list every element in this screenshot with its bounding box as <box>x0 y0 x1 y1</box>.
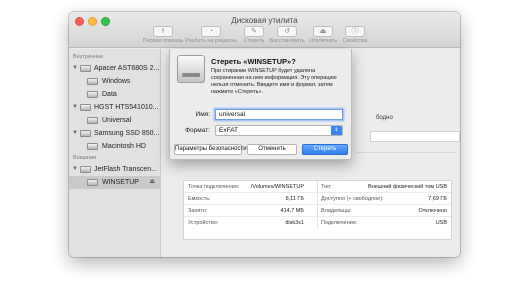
column-divider <box>317 205 318 216</box>
info-value: disk3s1 <box>285 220 304 226</box>
sidebar: Внутренние ▼ Apacer AST680S 2... Windows… <box>69 49 161 257</box>
sidebar-item-macintosh-hd[interactable]: Macintosh HD <box>69 140 160 153</box>
info-value: USB <box>435 220 447 226</box>
sidebar-item-label: Macintosh HD <box>102 143 146 150</box>
info-label: Емкость: <box>188 196 211 202</box>
disclosure-triangle-icon[interactable]: ▼ <box>72 127 78 140</box>
restore-icon: ↺ <box>277 26 297 37</box>
sidebar-item-label: Data <box>102 91 117 98</box>
info-value: 8,11 ГБ <box>285 196 304 202</box>
sidebar-item-label: Windows <box>102 78 131 85</box>
volume-icon <box>87 117 98 124</box>
column-divider <box>317 193 318 204</box>
sidebar-item-data[interactable]: Data <box>69 88 160 101</box>
sidebar-section-external: Внешние <box>73 155 97 161</box>
format-select-value: ExFAT <box>219 127 239 134</box>
dialog-title: Стереть «WINSETUP»? <box>211 57 296 66</box>
info-label: Доступно (+ свободное): <box>321 196 384 202</box>
first-aid-label: Первая помощь <box>142 38 184 44</box>
info-icon: ⓘ <box>345 26 365 37</box>
table-row: Занято: 414,7 МБ Владельцы: Отключено <box>184 205 451 217</box>
info-label: Устройство: <box>188 220 219 226</box>
table-row: Емкость: 8,11 ГБ Доступно (+ свободное):… <box>184 193 451 205</box>
stethoscope-icon: ⚕ <box>153 26 173 37</box>
info-label: Точка подключения: <box>188 184 240 190</box>
volume-icon <box>87 78 98 85</box>
disclosure-triangle-icon[interactable]: ▼ <box>72 101 78 114</box>
sidebar-item-jetflash[interactable]: ▼ JetFlash Transcen... <box>69 163 160 176</box>
info-label: Владельцы: <box>321 208 352 214</box>
format-select[interactable]: ExFAT ⇕ <box>215 125 343 136</box>
info-value: /Volumes/WINSETUP <box>250 184 304 190</box>
sidebar-item-winsetup[interactable]: WINSETUP ⏏ <box>69 176 160 189</box>
sidebar-item-label: WINSETUP <box>102 179 139 186</box>
hard-disk-icon <box>80 130 91 137</box>
info-button[interactable]: ⓘ Свойства <box>329 26 381 44</box>
info-label: Тип: <box>321 184 332 190</box>
sidebar-item-hgst[interactable]: ▼ HGST HTS541010... <box>69 101 160 114</box>
divider <box>356 152 456 153</box>
hard-disk-icon <box>80 65 91 72</box>
sidebar-item-universal[interactable]: Universal <box>69 114 160 127</box>
sidebar-item-samsung[interactable]: ▼ Samsung SSD 850... <box>69 127 160 140</box>
eject-icon[interactable]: ⏏ <box>149 176 155 189</box>
info-value: Отключено <box>418 208 448 214</box>
sidebar-item-label: JetFlash Transcen... <box>94 166 158 173</box>
info-label: Занято: <box>188 208 208 214</box>
disclosure-triangle-icon[interactable]: ▼ <box>72 163 78 176</box>
info-label: Свойства <box>342 38 368 44</box>
security-options-button[interactable]: Параметры безопасности... <box>174 144 252 155</box>
first-aid-button[interactable]: ⚕ Первая помощь <box>137 26 189 44</box>
titlebar: Дисковая утилита ⚕ Первая помощь ◔ Разби… <box>69 12 460 48</box>
hard-disk-icon <box>80 104 91 111</box>
erase-sheet-dialog: Стереть «WINSETUP»? При стирании WINSETU… <box>169 49 352 160</box>
sidebar-item-apacer[interactable]: ▼ Apacer AST680S 2... <box>69 62 160 75</box>
cancel-button[interactable]: Отменить <box>247 144 297 155</box>
sidebar-item-label: Universal <box>102 117 132 124</box>
sidebar-section-internal: Внутренние <box>73 54 104 60</box>
sidebar-item-label: HGST HTS541010... <box>94 104 159 111</box>
usb-drive-icon <box>80 166 91 173</box>
volume-icon <box>87 91 98 98</box>
external-disk-icon <box>177 55 205 83</box>
chevron-updown-icon: ⇕ <box>331 126 342 135</box>
info-value: 414,7 МБ <box>280 208 304 214</box>
info-label: Подключение: <box>321 220 358 226</box>
sidebar-item-label: Apacer AST680S 2... <box>94 65 160 72</box>
disk-utility-window: Дисковая утилита ⚕ Первая помощь ◔ Разби… <box>69 12 460 257</box>
column-divider <box>317 217 318 229</box>
volume-info-table: Точка подключения: /Volumes/WINSETUP Тип… <box>183 180 452 240</box>
table-row: Точка подключения: /Volumes/WINSETUP Тип… <box>184 181 451 193</box>
erase-confirm-button[interactable]: Стереть <box>302 144 348 155</box>
volume-icon <box>87 179 98 186</box>
volume-icon <box>87 143 98 150</box>
usage-bar <box>370 131 460 142</box>
name-label: Имя: <box>195 111 210 118</box>
name-field[interactable] <box>215 109 343 120</box>
free-space-hint: бодно <box>376 115 393 121</box>
partition-icon: ◔ <box>201 26 221 37</box>
dialog-description: При стирании WINSETUP будет удалена сохр… <box>211 68 337 95</box>
table-row: Устройство: disk3s1 Подключение: USB <box>184 217 451 229</box>
window-title: Дисковая утилита <box>231 16 298 25</box>
info-value: 7,69 ГБ <box>428 196 447 202</box>
sidebar-item-windows[interactable]: Windows <box>69 75 160 88</box>
sidebar-item-label: Samsung SSD 850... <box>94 130 160 137</box>
column-divider <box>317 181 318 192</box>
disclosure-triangle-icon[interactable]: ▼ <box>72 62 78 75</box>
info-value: Внешний физический том USB <box>368 184 447 190</box>
format-label: Формат: <box>185 127 210 134</box>
